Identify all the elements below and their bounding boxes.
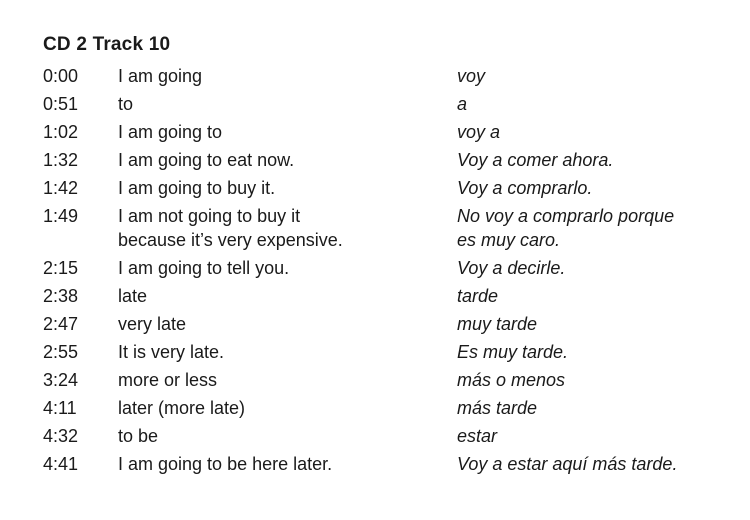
timestamp: 4:32: [43, 426, 79, 446]
phrase-row: 1:02 I am going to voy a: [0, 120, 750, 148]
english-phrase: I am going to be here later.: [118, 452, 438, 476]
english-phrase: I am going: [118, 64, 438, 88]
spanish-line: voy: [457, 66, 486, 86]
phrase-row: 3:24 more or less más o menos: [0, 368, 750, 396]
track-listing-page: CD 2 Track 10 0:00 I am going voy 0:51 t…: [0, 0, 750, 520]
english-line: I am going to tell you.: [118, 258, 290, 278]
english-line: to be: [118, 426, 159, 446]
timestamp: 2:47: [43, 314, 79, 334]
spanish-line: No voy a comprarlo porque: [457, 206, 675, 226]
english-line: I am going: [118, 66, 203, 86]
phrase-row: 4:41 I am going to be here later. Voy a …: [0, 452, 750, 480]
spanish-phrase: Es muy tarde.: [457, 340, 737, 364]
phrase-row: 4:11 later (more late) más tarde: [0, 396, 750, 424]
english-phrase: I am not going to buy it because it’s ve…: [118, 204, 438, 252]
spanish-line: voy a: [457, 122, 501, 142]
english-line: I am going to be here later.: [118, 454, 333, 474]
spanish-line: tarde: [457, 286, 499, 306]
spanish-line: Es muy tarde.: [457, 342, 569, 362]
timestamp: 2:55: [43, 342, 79, 362]
english-phrase: more or less: [118, 368, 438, 392]
spanish-phrase: Voy a decirle.: [457, 256, 737, 280]
english-line: I am not going to buy it: [118, 206, 301, 226]
spanish-line: es muy caro.: [457, 230, 561, 250]
english-phrase: I am going to: [118, 120, 438, 144]
spanish-line: Voy a decirle.: [457, 258, 566, 278]
english-line: I am going to eat now.: [118, 150, 295, 170]
phrase-row: 2:47 very late muy tarde: [0, 312, 750, 340]
english-line: very late: [118, 314, 187, 334]
timestamp: 0:51: [43, 94, 79, 114]
spanish-line: más tarde: [457, 398, 538, 418]
spanish-phrase: Voy a comprarlo.: [457, 176, 737, 200]
english-line: I am going to buy it.: [118, 178, 276, 198]
english-phrase: I am going to tell you.: [118, 256, 438, 280]
english-phrase: to be: [118, 424, 438, 448]
phrase-row: 0:51 to a: [0, 92, 750, 120]
spanish-phrase: tarde: [457, 284, 737, 308]
phrase-row: 4:32 to be estar: [0, 424, 750, 452]
spanish-phrase: Voy a estar aquí más tarde.: [457, 452, 737, 476]
track-heading: CD 2 Track 10: [43, 34, 171, 55]
spanish-phrase: voy a: [457, 120, 737, 144]
spanish-line: Voy a comer ahora.: [457, 150, 614, 170]
phrase-list: 0:00 I am going voy 0:51 to a 1:02 I am …: [0, 64, 750, 480]
english-phrase: late: [118, 284, 438, 308]
spanish-phrase: a: [457, 92, 737, 116]
spanish-line: más o menos: [457, 370, 566, 390]
timestamp: 0:00: [43, 66, 79, 86]
english-line: to: [118, 94, 134, 114]
spanish-phrase: Voy a comer ahora.: [457, 148, 737, 172]
spanish-phrase: más o menos: [457, 368, 737, 392]
timestamp: 1:42: [43, 178, 79, 198]
timestamp: 3:24: [43, 370, 79, 390]
phrase-row: 1:49 I am not going to buy it because it…: [0, 204, 750, 256]
timestamp: 1:49: [43, 206, 79, 226]
english-line: because it’s very expensive.: [118, 230, 343, 250]
timestamp: 4:11: [43, 398, 77, 418]
phrase-row: 1:32 I am going to eat now. Voy a comer …: [0, 148, 750, 176]
timestamp: 4:41: [43, 454, 79, 474]
spanish-phrase: estar: [457, 424, 737, 448]
english-line: It is very late.: [118, 342, 225, 362]
english-line: I am going to: [118, 122, 223, 142]
spanish-line: a: [457, 94, 468, 114]
timestamp: 2:15: [43, 258, 79, 278]
english-line: later (more late): [118, 398, 246, 418]
timestamp: 2:38: [43, 286, 79, 306]
spanish-line: estar: [457, 426, 498, 446]
spanish-phrase: muy tarde: [457, 312, 737, 336]
phrase-row: 2:38 late tarde: [0, 284, 750, 312]
phrase-row: 1:42 I am going to buy it. Voy a comprar…: [0, 176, 750, 204]
english-line: late: [118, 286, 148, 306]
spanish-phrase: No voy a comprarlo porque es muy caro.: [457, 204, 737, 252]
english-phrase: I am going to buy it.: [118, 176, 438, 200]
english-line: more or less: [118, 370, 218, 390]
timestamp: 1:32: [43, 150, 79, 170]
spanish-line: Voy a comprarlo.: [457, 178, 593, 198]
spanish-phrase: más tarde: [457, 396, 737, 420]
timestamp: 1:02: [43, 122, 79, 142]
english-phrase: It is very late.: [118, 340, 438, 364]
spanish-line: Voy a estar aquí más tarde.: [457, 454, 678, 474]
spanish-phrase: voy: [457, 64, 737, 88]
english-phrase: very late: [118, 312, 438, 336]
english-phrase: later (more late): [118, 396, 438, 420]
english-phrase: to: [118, 92, 438, 116]
phrase-row: 2:55 It is very late. Es muy tarde.: [0, 340, 750, 368]
english-phrase: I am going to eat now.: [118, 148, 438, 172]
phrase-row: 0:00 I am going voy: [0, 64, 750, 92]
phrase-row: 2:15 I am going to tell you. Voy a decir…: [0, 256, 750, 284]
spanish-line: muy tarde: [457, 314, 538, 334]
